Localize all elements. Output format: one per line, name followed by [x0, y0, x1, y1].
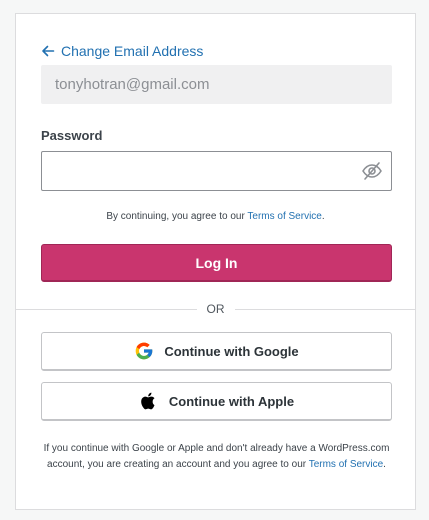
email-value: tonyhotran@gmail.com: [55, 76, 210, 93]
continue-with-apple-button[interactable]: Continue with Apple: [41, 382, 392, 421]
apple-icon: [141, 392, 155, 410]
divider-line-left: [16, 308, 197, 310]
password-field-wrapper: [41, 151, 392, 191]
login-card: Change Email Address tonyhotran@gmail.co…: [15, 13, 416, 510]
social-signup-disclaimer: If you continue with Google or Apple and…: [38, 441, 395, 473]
eye-slash-icon[interactable]: [361, 161, 383, 181]
google-icon: [135, 342, 153, 360]
or-label: OR: [206, 302, 225, 316]
terms-of-service-link[interactable]: Terms of Service: [247, 211, 321, 222]
disclaimer-terms-link[interactable]: Terms of Service: [309, 459, 383, 470]
google-button-label: Continue with Google: [164, 343, 299, 359]
disclaimer-suffix: .: [383, 459, 386, 470]
change-email-link[interactable]: Change Email Address: [41, 42, 203, 60]
terms-notice-suffix: .: [321, 211, 325, 222]
password-input[interactable]: [42, 152, 352, 190]
change-email-label: Change Email Address: [61, 43, 204, 59]
apple-button-label: Continue with Apple: [168, 393, 295, 409]
password-label: Password: [41, 128, 103, 143]
terms-notice-prefix: By continuing, you agree to our: [106, 211, 248, 222]
terms-notice: By continuing, you agree to our Terms of…: [16, 211, 415, 222]
divider-line-right: [234, 308, 415, 310]
or-divider: OR: [16, 300, 415, 318]
arrow-left-icon: [42, 45, 55, 57]
continue-with-google-button[interactable]: Continue with Google: [41, 332, 392, 371]
log-in-button[interactable]: Log In: [41, 244, 392, 282]
email-display: tonyhotran@gmail.com: [41, 65, 392, 104]
